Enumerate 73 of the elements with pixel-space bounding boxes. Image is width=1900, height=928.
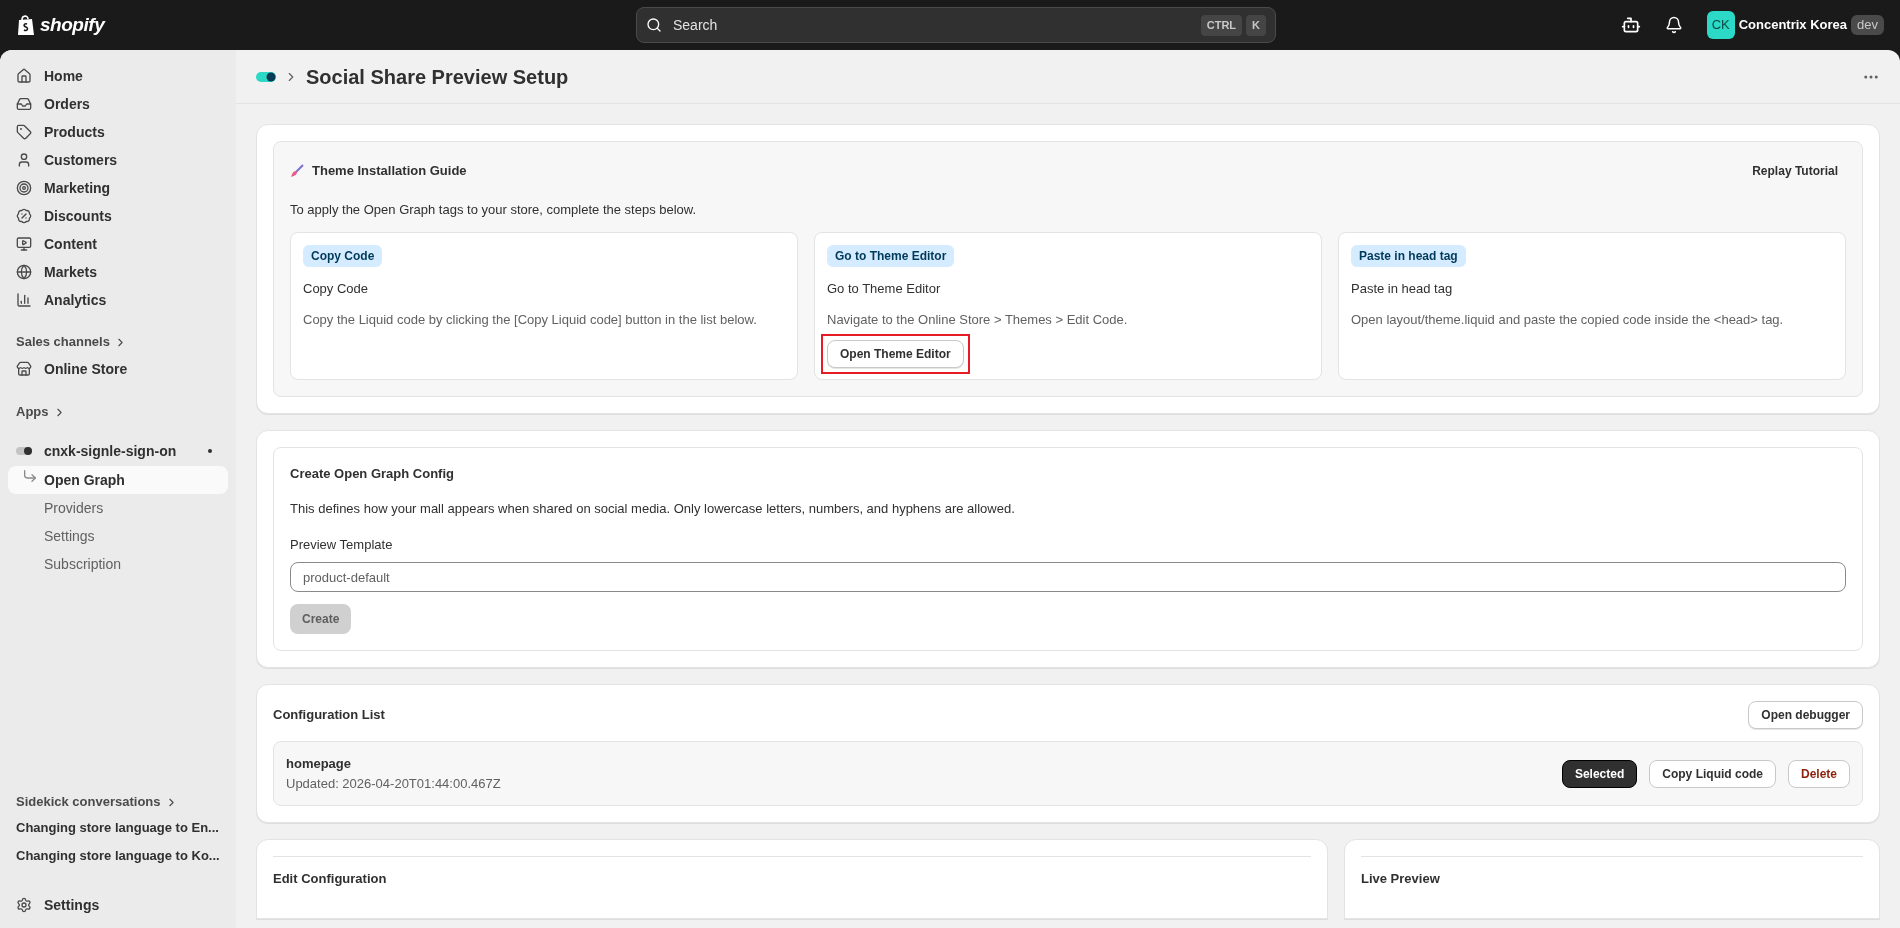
section-title: Edit Configuration xyxy=(273,856,1311,889)
delete-button[interactable]: Delete xyxy=(1787,759,1850,788)
sidebar-subitem[interactable]: Open Graph xyxy=(8,466,228,494)
step-title: Paste in head tag xyxy=(1351,279,1453,298)
store-icon xyxy=(16,361,32,377)
toggle-icon xyxy=(256,71,276,82)
tag-icon xyxy=(16,124,32,140)
copy-liquid-code-button[interactable]: Copy Liquid code xyxy=(1649,759,1776,788)
section-heading[interactable]: Sidekick conversations xyxy=(8,790,228,814)
select-button[interactable]: Selected xyxy=(1561,759,1638,788)
preview-template-input[interactable]: product-default xyxy=(290,562,1846,592)
conversation-item[interactable]: Changing store language to En... xyxy=(8,814,228,842)
guide-intro: To apply the Open Graph tags to your store, complete the steps below. xyxy=(290,201,698,219)
sidebar-item[interactable]: Analytics xyxy=(8,286,228,314)
percent-badge-icon xyxy=(16,208,32,224)
step-badge: Copy Code xyxy=(303,244,383,267)
sidebar-item[interactable]: Discounts xyxy=(8,202,228,230)
sidebar-item[interactable]: Marketing xyxy=(8,174,228,202)
monitor-icon xyxy=(16,236,32,252)
target-icon xyxy=(16,180,32,196)
notification-bell-icon[interactable] xyxy=(1664,16,1683,34)
step-badge: Go to Theme Editor xyxy=(827,244,955,267)
settings-icon xyxy=(16,897,32,913)
page-title: Social Share Preview Setup xyxy=(306,64,570,90)
sidebar-item[interactable]: Settings xyxy=(8,890,228,920)
brush-icon xyxy=(290,164,304,178)
sidebar-item[interactable]: Markets xyxy=(8,258,228,286)
store-badge: dev xyxy=(1851,15,1884,35)
open-theme-editor-button[interactable]: Open Theme Editor xyxy=(827,340,964,368)
sidebar-item[interactable]: Customers xyxy=(8,146,228,174)
sidebar-subitem[interactable]: Subscription xyxy=(8,550,228,578)
section-title: Live Preview xyxy=(1361,856,1863,889)
sidebar-item[interactable]: Orders xyxy=(8,90,228,118)
section-heading[interactable]: Apps xyxy=(8,400,228,424)
globe-icon xyxy=(16,264,32,280)
toggle-icon xyxy=(16,447,32,455)
inbox-icon xyxy=(16,96,32,112)
store-name[interactable]: Concentrix Korea xyxy=(1738,15,1848,35)
section-title: Configuration List xyxy=(273,706,385,725)
brand-logo-text: shopify xyxy=(40,12,105,37)
person-icon xyxy=(16,152,32,168)
sidebar-subitem[interactable]: Providers xyxy=(8,494,228,522)
section-heading[interactable]: Sales channels xyxy=(8,330,228,354)
guide-title: Theme Installation Guide xyxy=(312,162,467,181)
sidebar-item[interactable]: Online Store xyxy=(8,354,228,384)
step-badge: Paste in head tag xyxy=(1351,244,1466,267)
configuration-name: homepage xyxy=(286,755,352,773)
step-title: Copy Code xyxy=(303,279,369,298)
step-description: Navigate to the Online Store > Themes > Edit Code. xyxy=(827,311,1128,329)
step-description: Open layout/theme.liquid and paste the copied code inside the <head> tag. xyxy=(1351,311,1784,329)
sidebar-item[interactable]: Products xyxy=(8,118,228,146)
search-icon xyxy=(646,17,662,33)
step-description: Copy the Liquid code by clicking the [Copy Liquid code] button in the list below. xyxy=(303,311,757,329)
sidebar-item[interactable]: Home xyxy=(8,62,228,90)
field-label: Preview Template xyxy=(290,535,394,554)
replay-tutorial-button[interactable]: Replay Tutorial xyxy=(1744,158,1846,184)
conversation-item[interactable]: Changing store language to Ko... xyxy=(8,842,228,870)
store-avatar[interactable]: CK xyxy=(1706,11,1735,39)
bar-chart-icon xyxy=(16,292,32,308)
shopping-bag-logo-icon xyxy=(16,14,36,36)
shortcut-key: K xyxy=(1246,15,1266,36)
home-icon xyxy=(16,68,32,84)
shortcut-key: CTRL xyxy=(1200,15,1243,36)
branch-arrow-icon xyxy=(22,468,38,484)
open-debugger-button[interactable]: Open debugger xyxy=(1748,701,1863,729)
sidebar-item[interactable]: Content xyxy=(8,230,228,258)
updated-timestamp: Updated: 2026-04-20T01:44:00.467Z xyxy=(286,774,502,793)
sidebar-subitem[interactable]: Settings xyxy=(8,522,228,550)
robot-icon[interactable] xyxy=(1620,15,1641,35)
section-description: This defines how your mall appears when shared on social media. Only lowercase letters, numbers, and hyphens are allowed. xyxy=(290,500,1016,518)
sidebar-item[interactable]: cnxk-signle-sign-on xyxy=(8,436,228,466)
step-title: Go to Theme Editor xyxy=(827,279,941,298)
section-title: Create Open Graph Config xyxy=(290,464,455,483)
